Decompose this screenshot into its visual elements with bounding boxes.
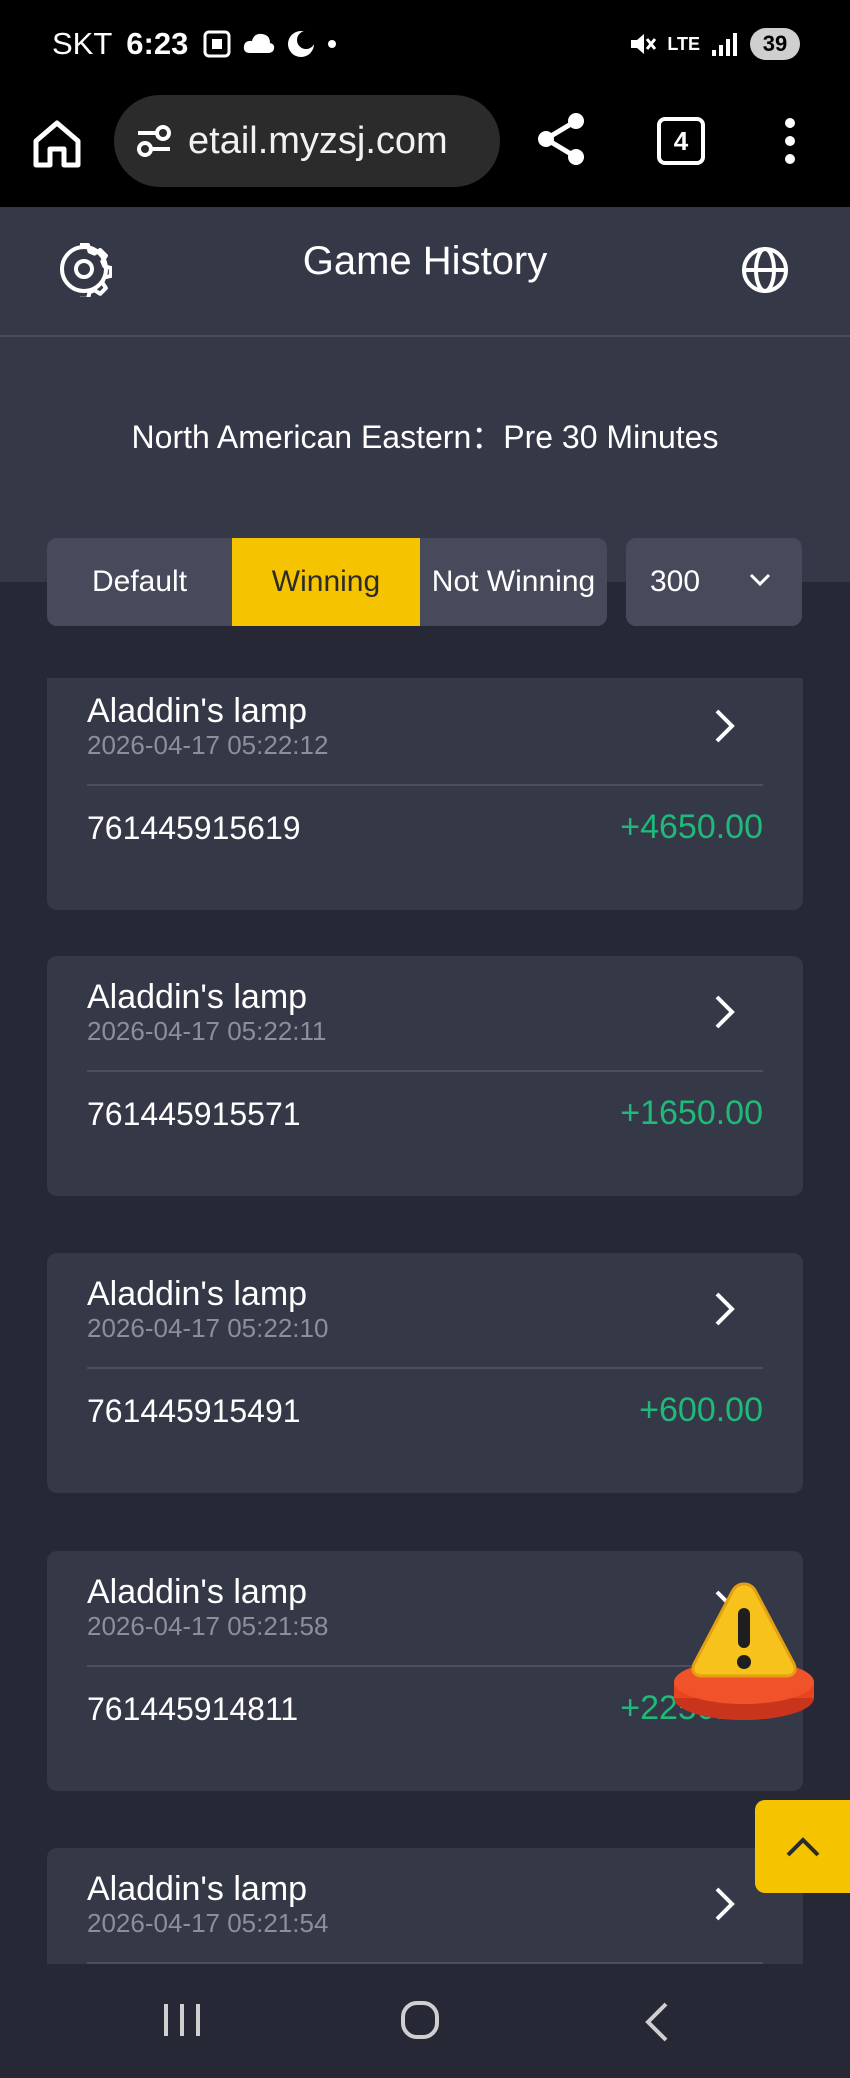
record-count-value: 300 — [650, 565, 701, 598]
card-divider — [87, 1367, 763, 1369]
record-timestamp: 2026-04-17 05:22:10 — [87, 1313, 329, 1343]
record-card[interactable]: Aladdin's lamp 2026-04-17 05:21:54 — [47, 1848, 803, 1964]
timezone-label: North American Eastern：Pre 30 Minutes — [131, 419, 719, 455]
record-game-name: Aladdin's lamp — [87, 978, 308, 1016]
app-header: Game History — [0, 207, 850, 337]
card-divider — [87, 1665, 763, 1667]
screenshot-icon — [203, 30, 231, 58]
record-game-name: Aladdin's lamp — [87, 1573, 308, 1611]
filter-panel: North American Eastern：Pre 30 Minutes De… — [0, 337, 850, 626]
record-id: 761445914811 — [87, 1691, 299, 1727]
tab-default[interactable]: Default — [47, 538, 232, 626]
record-card[interactable]: Aladdin's lamp 2026-04-17 05:22:11 76144… — [47, 956, 803, 1196]
warning-icon[interactable] — [668, 1578, 820, 1730]
record-amount: +1650.00 — [620, 1094, 763, 1132]
share-icon[interactable] — [536, 111, 588, 167]
carrier-label: SKT — [52, 26, 113, 61]
globe-icon[interactable] — [740, 245, 790, 295]
record-game-name: Aladdin's lamp — [87, 1870, 308, 1908]
card-divider — [87, 784, 763, 786]
record-timestamp: 2026-04-17 05:21:58 — [87, 1611, 329, 1641]
game-record-list: Aladdin's lamp 2026-04-17 05:22:12 76144… — [0, 678, 850, 1964]
status-right: LTE 39 — [627, 28, 800, 60]
mute-icon — [631, 34, 657, 54]
result-filter-tabs: Default Winning Not Winning — [47, 538, 607, 626]
home-circle-icon[interactable] — [400, 2000, 440, 2040]
back-icon[interactable] — [642, 2000, 672, 2044]
url-text[interactable]: etail.myzsj.com — [188, 120, 488, 163]
record-game-name: Aladdin's lamp — [87, 692, 308, 730]
browser-toolbar: etail.myzsj.com 4 — [0, 95, 850, 207]
page-title: Game History — [302, 239, 548, 283]
cloud-icon — [244, 33, 275, 53]
chevron-right-icon[interactable] — [712, 1289, 738, 1329]
chevron-down-icon — [749, 573, 771, 587]
tab-switcher-button[interactable]: 4 — [657, 117, 705, 165]
record-timestamp: 2026-04-17 05:21:54 — [87, 1908, 329, 1938]
chevron-right-icon[interactable] — [712, 706, 738, 746]
network-label: LTE — [667, 33, 700, 54]
tab-not-winning[interactable]: Not Winning — [420, 538, 607, 626]
back-to-top-button[interactable] — [755, 1800, 850, 1893]
tab-winning[interactable]: Winning — [232, 538, 420, 626]
more-menu-icon[interactable] — [780, 117, 800, 165]
chevron-right-icon[interactable] — [712, 1884, 738, 1924]
record-id: 761445915619 — [87, 810, 301, 846]
record-id: 761445915571 — [87, 1096, 301, 1132]
record-timestamp: 2026-04-17 05:22:11 — [87, 1016, 327, 1046]
moon-icon — [288, 31, 316, 57]
dot-icon — [328, 40, 337, 48]
card-divider — [87, 1070, 763, 1072]
recent-apps-icon[interactable] — [160, 2002, 204, 2038]
status-left: SKT 6:23 — [52, 26, 338, 62]
clock: 6:23 — [126, 26, 189, 61]
record-card[interactable]: Aladdin's lamp 2026-04-17 05:22:10 76144… — [47, 1253, 803, 1493]
chevron-right-icon[interactable] — [712, 992, 738, 1032]
home-icon[interactable] — [30, 117, 84, 171]
signal-icon — [712, 33, 737, 56]
site-settings-icon[interactable] — [134, 121, 174, 161]
battery-indicator: 39 — [750, 28, 800, 60]
record-id: 761445915491 — [87, 1393, 301, 1429]
address-bar[interactable]: etail.myzsj.com — [114, 95, 500, 187]
system-nav-bar — [0, 1964, 850, 2078]
chevron-up-icon — [786, 1836, 819, 1856]
record-game-name: Aladdin's lamp — [87, 1275, 308, 1313]
record-amount: +600.00 — [639, 1391, 763, 1429]
record-timestamp: 2026-04-17 05:22:12 — [87, 730, 329, 760]
record-card[interactable]: Aladdin's lamp 2026-04-17 05:22:12 76144… — [47, 678, 803, 910]
record-count-select[interactable]: 300 — [626, 538, 802, 626]
status-bar: SKT 6:23 LTE 39 — [0, 0, 850, 95]
record-amount: +4650.00 — [620, 808, 763, 846]
